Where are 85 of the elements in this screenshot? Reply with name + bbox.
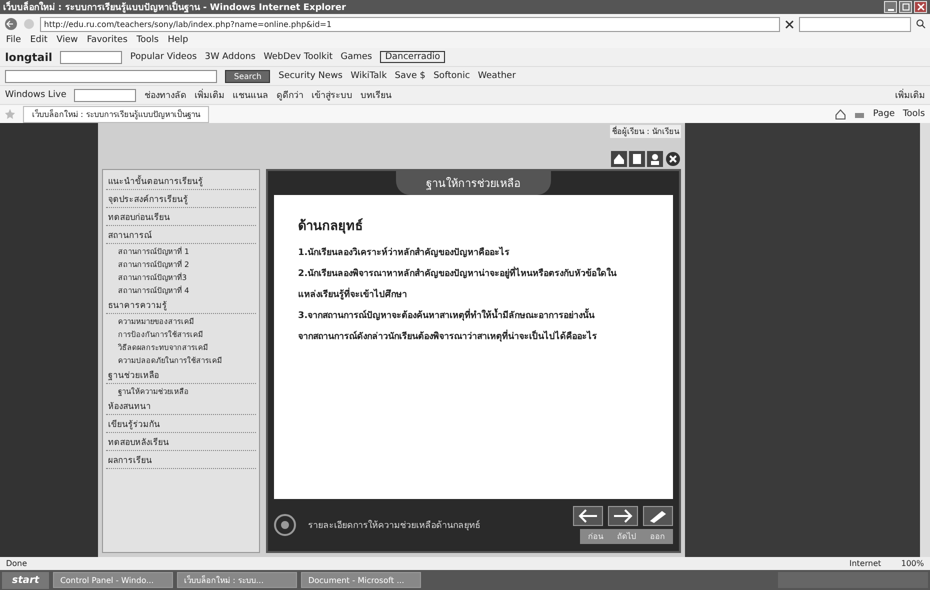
- close-icon: [916, 3, 924, 11]
- toolbar-item[interactable]: Popular Videos: [130, 52, 197, 62]
- nav-label: ออก: [650, 531, 665, 543]
- next-button[interactable]: [608, 506, 638, 526]
- sidebar-item[interactable]: สถานการณ์: [106, 227, 256, 244]
- toolbar-item[interactable]: Security News: [278, 71, 343, 81]
- toolbar-logo[interactable]: longtail: [5, 50, 52, 64]
- search-field[interactable]: [5, 70, 217, 82]
- sidebar-item[interactable]: ผลการเรียน: [106, 452, 256, 469]
- toolbar-item[interactable]: Windows Live: [5, 90, 66, 100]
- paragraph-line: แหล่งเรียนรู้ที่จะเข้าไปศึกษา: [298, 287, 649, 301]
- search-field[interactable]: [60, 50, 122, 64]
- status-text: Done: [6, 559, 28, 568]
- minimize-button[interactable]: [884, 1, 897, 13]
- toolbar-link[interactable]: บทเรียน: [360, 88, 392, 102]
- close-icon[interactable]: [785, 20, 794, 28]
- toolbar-link[interactable]: ดูดีกว่า: [276, 88, 304, 102]
- taskbar-button[interactable]: เว็บบล็อกใหม่ : ระบบ...: [177, 572, 298, 588]
- nav-label: ก่อน: [588, 531, 603, 543]
- nav-label: ถัดไป: [617, 531, 636, 543]
- toolbar-item[interactable]: Save $: [394, 71, 426, 81]
- sidebar-item[interactable]: ห้องสนทนา: [106, 398, 256, 415]
- close-icon[interactable]: [665, 151, 681, 167]
- toolbar-item[interactable]: Softonic: [433, 71, 470, 81]
- toolbar-item[interactable]: 3W Addons: [204, 52, 256, 62]
- toolbar-link[interactable]: เข้าสู่ระบบ: [311, 88, 352, 102]
- menu-item[interactable]: Favorites: [86, 35, 128, 47]
- paragraph-line: จากสถานการณ์ดังกล่าวนักเรียนต้องพิจารณาว่าสาเหตุที่น่าจะเป็นไปได้คืออะไร: [298, 329, 649, 343]
- toolbar-link[interactable]: เพิ่มเติม: [895, 88, 925, 102]
- toolbar-item[interactable]: WebDev Toolkit: [264, 52, 333, 62]
- menu-item[interactable]: Edit: [30, 35, 48, 47]
- sidebar-item[interactable]: แนะนำขั้นตอนการเรียนรู้: [106, 173, 256, 190]
- paragraph-line: 3.จากสถานการณ์ปัญหาจะต้องค้นหาสาเหตุที่ทำให้น้ำมีลักษณะอาการอย่างนั้น: [298, 308, 649, 322]
- section-heading: ด้านกลยุทธ์: [298, 217, 364, 236]
- toolbar-item[interactable]: Weather: [478, 71, 516, 81]
- paragraph-line: 1.นักเรียนลองวิเคราะห์ว่าหลักสำคัญของปัญหาคืออะไร: [298, 246, 511, 259]
- footer-text: รายละเอียดการให้ความช่วยเหลือด้านกลยุทธ์: [308, 518, 480, 532]
- maximize-button[interactable]: [899, 1, 912, 13]
- start-button[interactable]: start: [2, 572, 50, 588]
- back-button[interactable]: [573, 506, 603, 526]
- window-title: เว็บบล็อกใหม่ : ระบบการเรียนรู้แบบปัญหาเป็นฐาน - Windows Internet Explorer: [3, 0, 347, 14]
- panel-title: ฐานให้การช่วยเหลือ: [396, 171, 551, 195]
- menu-item[interactable]: Help: [168, 35, 188, 47]
- sidebar-item[interactable]: ทดสอบก่อนเรียน: [106, 209, 256, 226]
- toolbar-link[interactable]: เพิ่มเติม: [194, 88, 224, 102]
- toolbar-link[interactable]: ช่องทางลัด: [144, 88, 186, 102]
- zoom-level[interactable]: 100%: [901, 559, 924, 568]
- menu-item[interactable]: View: [56, 35, 78, 47]
- home-icon[interactable]: [835, 108, 846, 120]
- search-icon[interactable]: [916, 19, 926, 29]
- search-button[interactable]: Search: [225, 70, 270, 82]
- menu-item[interactable]: File: [6, 35, 22, 47]
- menu-item[interactable]: Tools: [136, 35, 159, 47]
- sidebar-item[interactable]: เขียนรู้ร่วมกัน: [106, 416, 256, 433]
- sidebar-item[interactable]: ธนาคารความรู้: [106, 297, 256, 314]
- pencil-icon: [648, 509, 668, 523]
- browser-tab[interactable]: เว็บบล็อกใหม่ : ระบบการเรียนรู้แบบปัญหาเป็นฐาน: [23, 106, 209, 122]
- right-arrow-icon: [613, 509, 633, 523]
- home-icon[interactable]: [611, 151, 627, 167]
- toolbar-item[interactable]: Games: [340, 52, 372, 62]
- command-button[interactable]: Tools: [902, 109, 925, 119]
- paragraph-line: 2.นักเรียนลองพิจารณาหาหลักสำคัญของปัญหาน่าจะอยู่ที่ไหนหรือตรงกับหัวข้อใดใน: [298, 266, 649, 280]
- sidebar-item[interactable]: ฐานช่วยเหลือ: [106, 367, 256, 384]
- people-icon[interactable]: [647, 151, 663, 167]
- taskbar-button[interactable]: Control Panel - Windo...: [53, 572, 174, 588]
- document-icon[interactable]: [629, 151, 645, 167]
- exit-button[interactable]: [643, 506, 673, 526]
- sidebar-item[interactable]: ทดสอบหลังเรียน: [106, 434, 256, 451]
- radio-widget[interactable]: Dancerradio: [380, 51, 446, 63]
- sidebar-item[interactable]: จุดประสงค์การเรียนรู้: [106, 191, 256, 208]
- command-button[interactable]: Page: [873, 109, 895, 119]
- toolbar-item[interactable]: WikiTalk: [350, 71, 387, 81]
- close-button[interactable]: [914, 1, 927, 13]
- search-field[interactable]: [74, 88, 136, 102]
- back-icon[interactable]: [4, 17, 18, 31]
- star-icon[interactable]: [5, 109, 15, 119]
- security-zone: Internet: [849, 559, 882, 568]
- maximize-icon: [902, 3, 910, 11]
- scrollbar[interactable]: [920, 123, 930, 557]
- taskbar-button[interactable]: Document - Microsoft ...: [301, 572, 422, 588]
- left-arrow-icon: [578, 509, 598, 523]
- user-label: ชื่อผู้เรียน : นักเรียน: [610, 125, 681, 138]
- address-field[interactable]: http://edu.ru.com/teachers/sony/lab/index.php?name=online.php&id=1: [40, 16, 780, 32]
- search-field[interactable]: [799, 16, 911, 32]
- toolbar-link[interactable]: แชนแนล: [232, 88, 268, 102]
